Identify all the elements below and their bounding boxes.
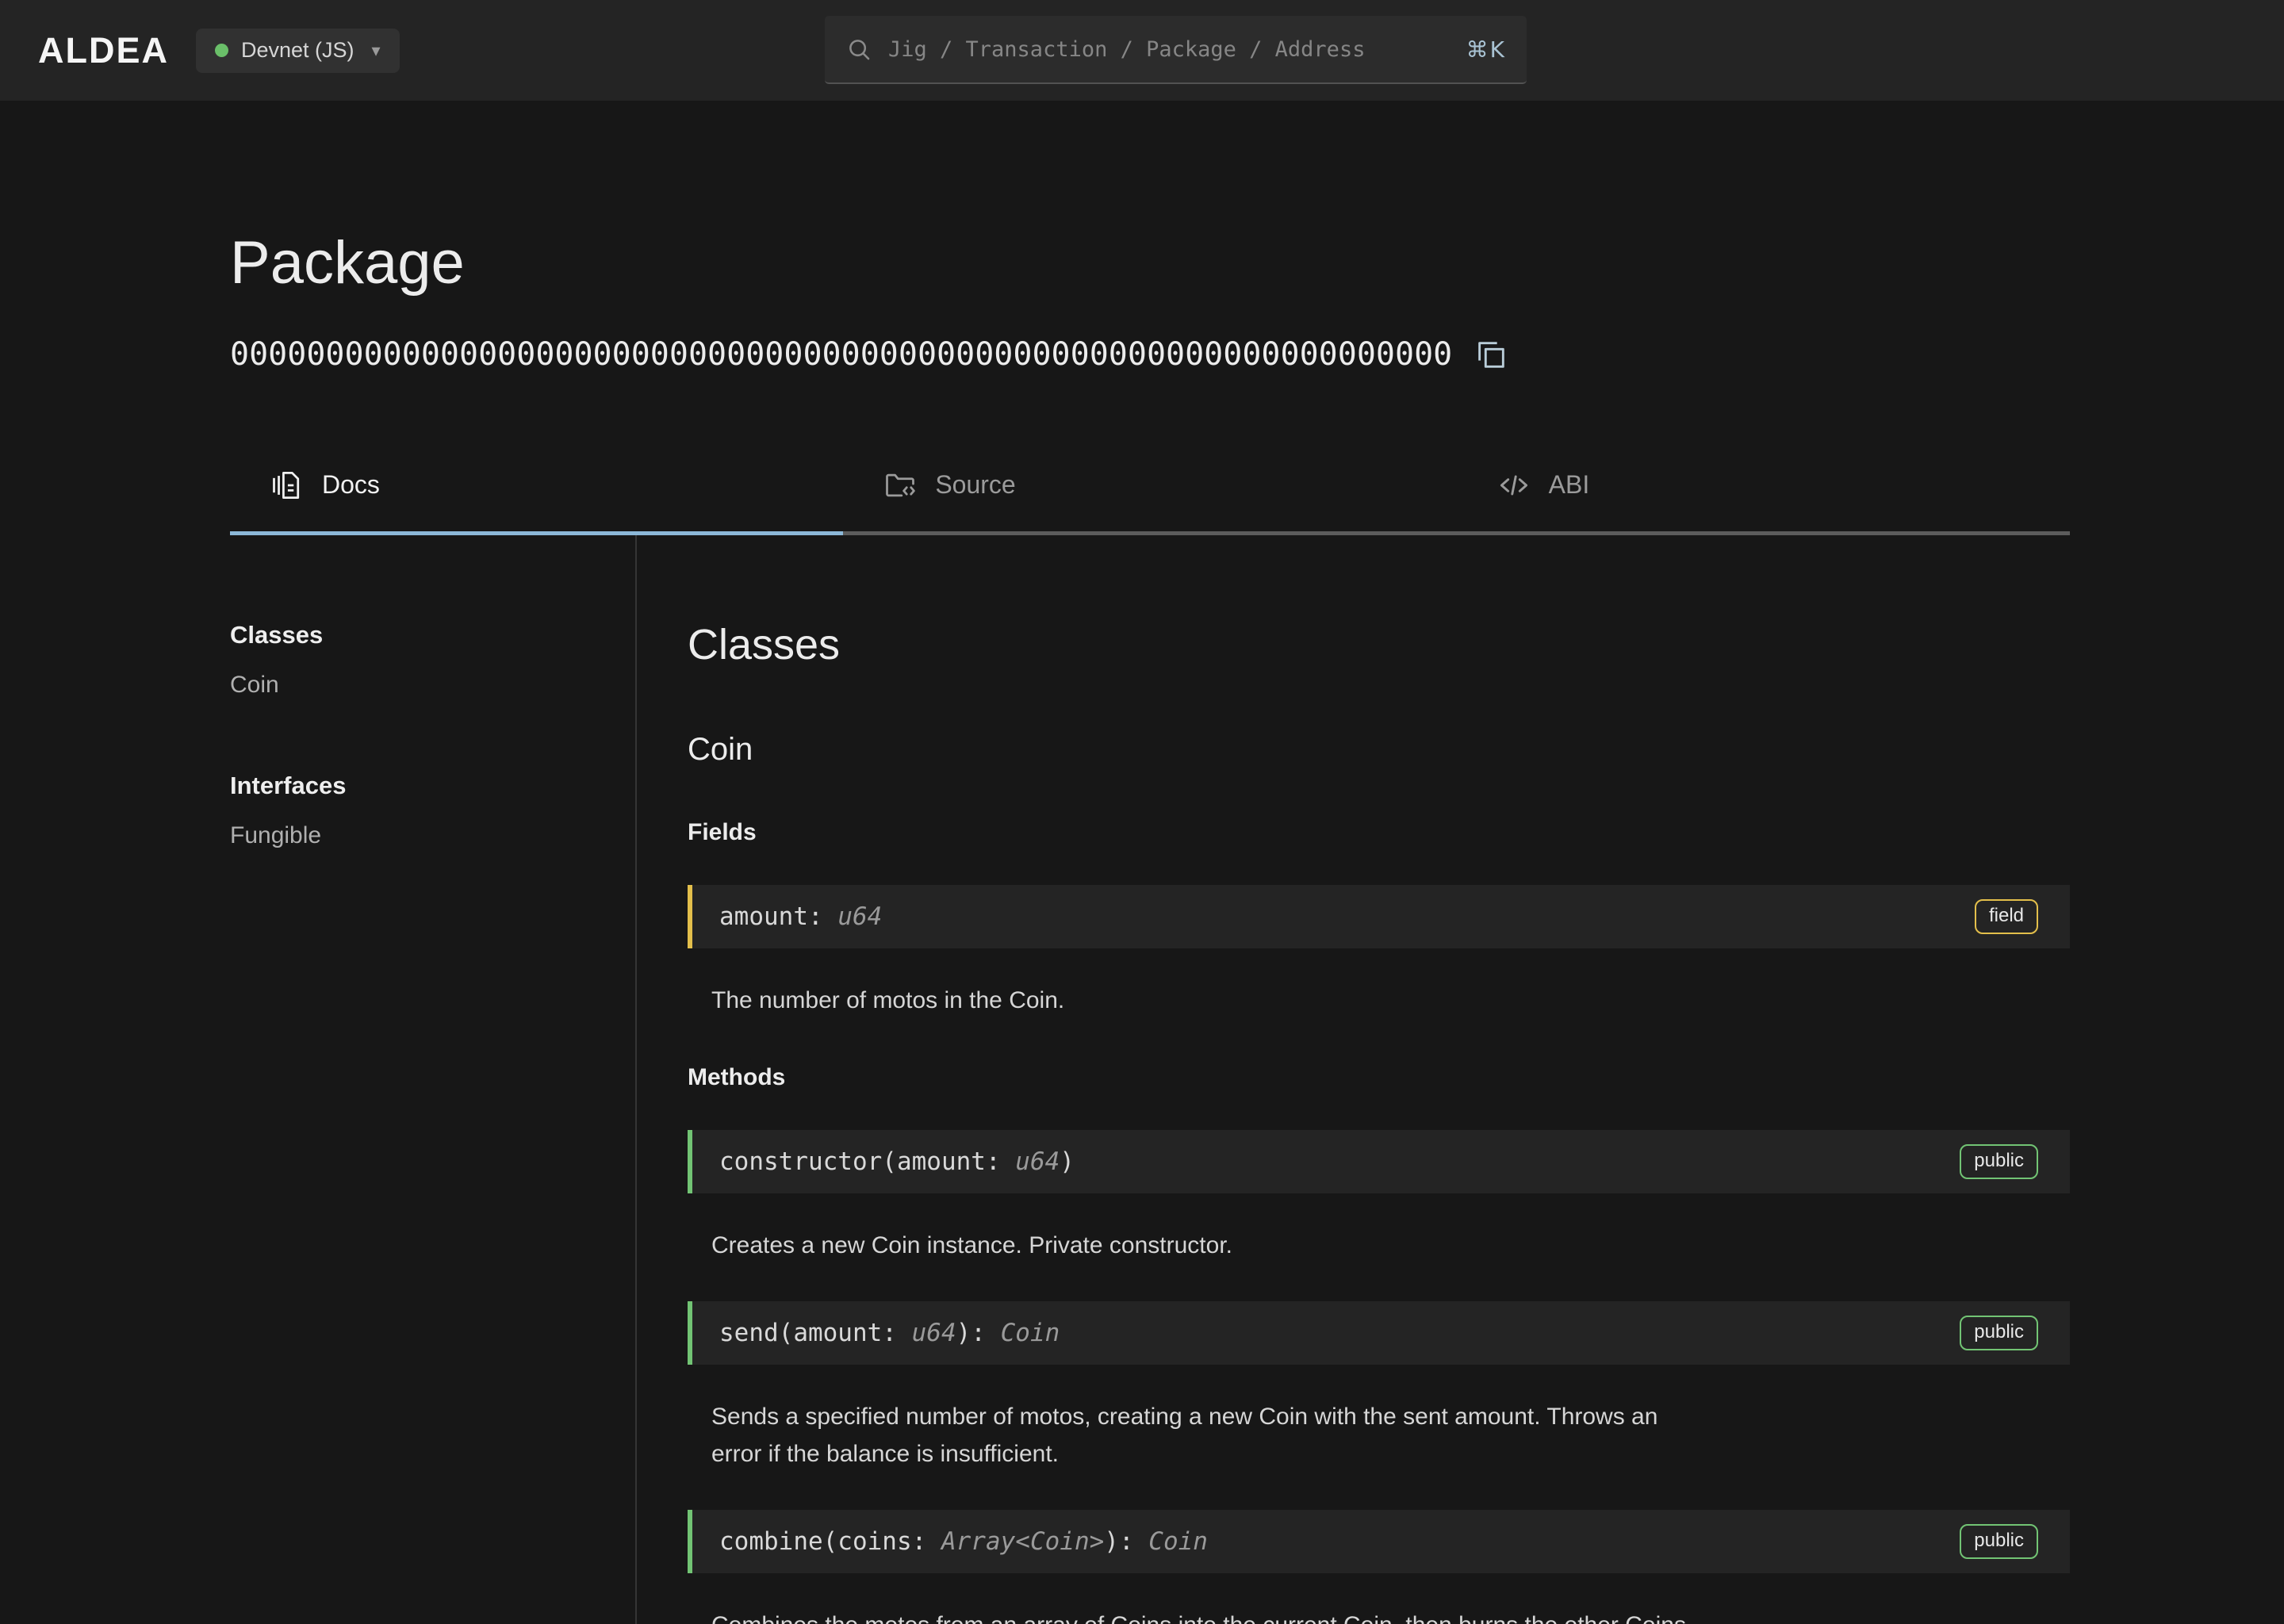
method-row-combine[interactable]: combine(coins: Array<Coin>): Coin public bbox=[688, 1510, 2070, 1573]
public-badge: public bbox=[1960, 1316, 2038, 1350]
content-columns: Classes Coin Interfaces Fungible Classes… bbox=[230, 535, 2070, 1624]
abi-icon bbox=[1496, 468, 1531, 503]
field-description: The number of motos in the Coin. bbox=[711, 982, 1695, 1019]
method-description-send: Sends a specified number of motos, creat… bbox=[711, 1398, 1695, 1473]
copy-icon bbox=[1473, 336, 1509, 373]
sidebar-section-interfaces: Interfaces bbox=[230, 772, 635, 800]
method-row-constructor[interactable]: constructor(amount: u64) public bbox=[688, 1130, 2070, 1193]
docs-main: Classes Coin Fields amount: u64 field Th… bbox=[637, 535, 2070, 1624]
tab-abi-label: ABI bbox=[1549, 470, 1590, 500]
public-badge: public bbox=[1960, 1524, 2038, 1559]
method-signature: constructor(amount: u64) bbox=[719, 1147, 1075, 1176]
global-search[interactable]: ⌘K bbox=[825, 16, 1527, 84]
sidebar-section-classes: Classes bbox=[230, 621, 635, 649]
tab-abi[interactable]: ABI bbox=[1457, 468, 2070, 535]
chevron-down-icon: ▾ bbox=[372, 40, 381, 61]
package-hash-row: 0000000000000000000000000000000000000000… bbox=[230, 336, 2070, 373]
method-description-combine: Combines the motos from an array of Coin… bbox=[711, 1607, 1695, 1624]
tab-docs[interactable]: Docs bbox=[230, 468, 843, 535]
tab-source-label: Source bbox=[935, 470, 1015, 500]
search-icon bbox=[845, 36, 872, 63]
docs-icon bbox=[270, 468, 305, 503]
tab-bar: Docs Source ABI bbox=[230, 468, 2070, 535]
network-selector[interactable]: Devnet (JS) ▾ bbox=[196, 29, 400, 73]
page-container: Package 00000000000000000000000000000000… bbox=[230, 230, 2070, 1624]
aldea-logo[interactable]: ALDEA bbox=[38, 30, 169, 71]
tab-docs-label: Docs bbox=[322, 470, 380, 500]
coin-class-heading: Coin bbox=[688, 730, 2070, 768]
sidebar-item-coin[interactable]: Coin bbox=[230, 672, 635, 699]
copy-hash-button[interactable] bbox=[1473, 336, 1509, 373]
search-input[interactable] bbox=[888, 37, 1450, 62]
methods-heading: Methods bbox=[688, 1063, 2070, 1093]
method-description-constructor: Creates a new Coin instance. Private con… bbox=[711, 1227, 1695, 1264]
sidebar-item-fungible[interactable]: Fungible bbox=[230, 822, 635, 849]
method-row-send[interactable]: send(amount: u64): Coin public bbox=[688, 1301, 2070, 1365]
public-badge: public bbox=[1960, 1144, 2038, 1179]
network-status-dot bbox=[215, 44, 228, 57]
method-signature: combine(coins: Array<Coin>): Coin bbox=[719, 1527, 1208, 1556]
field-row-amount[interactable]: amount: u64 field bbox=[688, 885, 2070, 948]
field-badge: field bbox=[1975, 899, 2038, 934]
method-signature: send(amount: u64): Coin bbox=[719, 1319, 1060, 1347]
tab-source[interactable]: Source bbox=[843, 468, 1456, 535]
field-signature: amount: u64 bbox=[719, 902, 882, 931]
fields-heading: Fields bbox=[688, 818, 2070, 848]
classes-heading: Classes bbox=[688, 619, 2070, 670]
search-shortcut-badge: ⌘K bbox=[1466, 36, 1506, 63]
package-hash: 0000000000000000000000000000000000000000… bbox=[230, 336, 1452, 373]
top-navbar: ALDEA Devnet (JS) ▾ ⌘K bbox=[0, 0, 2284, 101]
source-icon bbox=[883, 468, 918, 503]
network-label: Devnet (JS) bbox=[241, 38, 354, 63]
docs-sidebar: Classes Coin Interfaces Fungible bbox=[230, 535, 637, 1624]
page-title: Package bbox=[230, 230, 2070, 297]
